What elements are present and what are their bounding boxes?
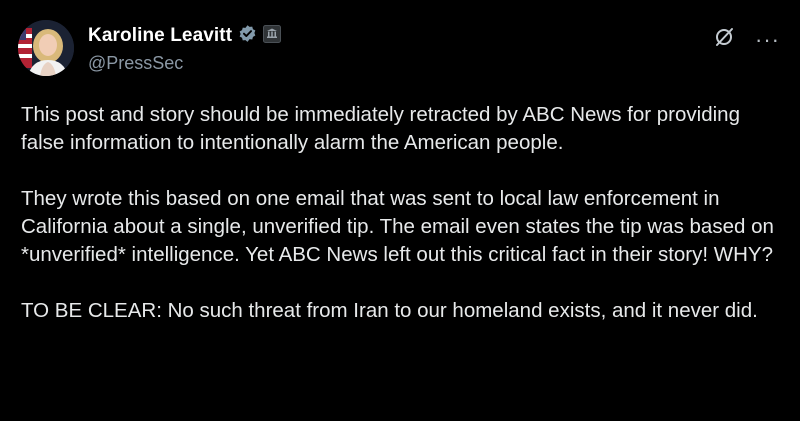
display-name[interactable]: Karoline Leavitt	[88, 25, 232, 47]
verified-badge-icon	[238, 24, 257, 48]
post-paragraph-1: This post and story should be immediatel…	[21, 103, 746, 154]
name-row: Karoline Leavitt	[88, 24, 282, 48]
more-options-icon[interactable]: ···	[755, 28, 780, 50]
avatar[interactable]	[18, 20, 74, 76]
post-text: This post and story should be immediatel…	[21, 101, 786, 353]
post-paragraph-2: They wrote this based on one email that …	[21, 187, 780, 266]
avatar-image	[18, 20, 74, 76]
grok-slash-icon[interactable]	[713, 26, 735, 53]
post-paragraph-3: TO BE CLEAR: No such threat from Iran to…	[21, 299, 758, 322]
handle[interactable]: @PressSec	[88, 53, 281, 74]
author-identity: Karoline Leavitt @PressSec	[88, 24, 282, 74]
government-affiliate-badge-icon[interactable]	[263, 24, 282, 48]
post-top-actions: ···	[713, 26, 780, 53]
post: Karoline Leavitt @PressSec ··· This post…	[0, 0, 800, 421]
